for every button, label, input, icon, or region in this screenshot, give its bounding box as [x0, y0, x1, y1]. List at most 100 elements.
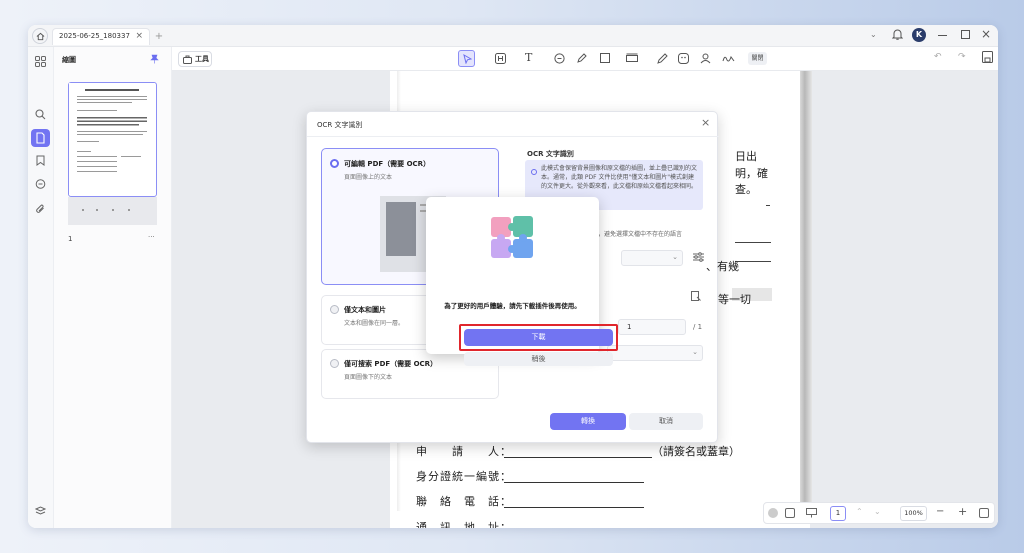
chevron-down-icon: ⌄	[672, 253, 678, 261]
home-icon[interactable]	[32, 28, 48, 44]
option-text-title: 僅文本和圖片	[344, 306, 386, 314]
chevron-down-icon[interactable]: ⌄	[870, 30, 877, 39]
page-edge	[800, 71, 812, 511]
form-row-id: 身分證統一編號：	[416, 470, 512, 483]
option-searchable-radio[interactable]	[330, 359, 339, 368]
bell-icon[interactable]	[891, 28, 904, 43]
document-tab-label: 2025-06-25_180337	[59, 32, 130, 40]
document-text-fragment: 、有幾	[706, 260, 739, 273]
title-bar: 2025-06-25_180337 × + ⌄ K ×	[28, 25, 998, 47]
zoom-in-icon[interactable]: +	[958, 505, 967, 518]
document-tab[interactable]: 2025-06-25_180337 ×	[52, 28, 150, 45]
option-editable-radio[interactable]	[330, 159, 339, 168]
next-page-icon[interactable]: ⌄	[874, 507, 881, 516]
form-row-applicant: 申 請 人：	[416, 443, 512, 459]
user-avatar[interactable]: K	[912, 28, 926, 42]
left-rail	[28, 47, 54, 528]
document-text-fragment: 明，確	[735, 167, 768, 180]
add-tab-button[interactable]: +	[152, 29, 166, 43]
select-tool-button[interactable]	[458, 50, 475, 67]
thumbnail-footer	[68, 197, 157, 225]
thumbnail-footer-preview	[82, 209, 130, 211]
search-icon[interactable]	[35, 109, 46, 122]
page-subset-select[interactable]: ⌄	[607, 345, 703, 361]
pin-icon[interactable]	[150, 54, 159, 66]
toolbox-icon	[183, 55, 192, 64]
fit-page-icon[interactable]	[979, 508, 989, 518]
thumbnail-more-icon[interactable]: ···	[148, 233, 155, 241]
attachment-icon[interactable]	[35, 204, 46, 217]
close-window-icon[interactable]: ×	[981, 27, 991, 41]
sticker-tool-icon[interactable]	[678, 53, 689, 66]
pencil-tool-icon[interactable]	[657, 53, 668, 66]
document-dash	[766, 205, 770, 206]
thumbnail-panel-button[interactable]	[31, 129, 50, 147]
app-window: 2025-06-25_180337 × + ⌄ K × 縮圖 1 ··· 申 請…	[28, 25, 998, 528]
page-end-input[interactable]: 1	[618, 319, 686, 335]
signature-person-icon[interactable]	[700, 53, 711, 66]
form-line	[504, 507, 644, 508]
chevron-down-icon: ⌄	[692, 348, 698, 356]
save-icon[interactable]	[982, 51, 993, 65]
page-view-icon[interactable]	[785, 508, 795, 518]
highlight-tool-icon[interactable]	[576, 53, 587, 66]
ocr-info-text: 此模式會保留背景圖像和原文檔的插圖，並上疊已識別的文本。通常，此類 PDF 文件…	[541, 165, 698, 190]
signature-tool-icon[interactable]	[722, 53, 735, 66]
later-button[interactable]: 稍後	[464, 352, 613, 366]
comment-icon[interactable]	[35, 179, 46, 192]
ocr-dialog-close-icon[interactable]: ×	[701, 116, 710, 129]
tools-button[interactable]: 工具	[178, 51, 212, 67]
text-tool-icon[interactable]: T	[525, 51, 532, 64]
document-underline	[735, 242, 771, 243]
page-range-icon[interactable]	[691, 291, 701, 304]
presentation-icon[interactable]	[806, 508, 817, 520]
grid-icon[interactable]	[35, 56, 46, 69]
form-row-address: 通 訊 地 址：	[416, 521, 512, 528]
zoom-level-input[interactable]: 100%	[900, 506, 927, 521]
close-tab-icon[interactable]: ×	[135, 29, 143, 44]
cursor-icon	[463, 54, 472, 64]
collapse-icon[interactable]	[768, 508, 778, 518]
document-text-fragment: 查。	[735, 183, 757, 196]
maximize-icon[interactable]	[961, 30, 970, 39]
convert-button[interactable]: 轉換	[550, 413, 626, 430]
prev-page-icon[interactable]: ⌃	[856, 507, 863, 516]
option-editable-desc: 頁面圖像上的文本	[344, 174, 393, 181]
comment-tool-icon[interactable]	[554, 53, 565, 66]
tools-label: 工具	[195, 55, 209, 63]
document-text-fragment: 日出	[735, 150, 757, 163]
redo-icon[interactable]: ↷	[958, 52, 966, 62]
stamp-tool-icon[interactable]	[626, 53, 638, 66]
option-text-radio[interactable]	[330, 305, 339, 314]
page-total: / 1	[693, 323, 703, 331]
form-line	[504, 482, 644, 483]
form-suffix: （請簽名或蓋章）	[652, 445, 740, 458]
settings-sliders-icon[interactable]	[693, 252, 704, 264]
plugin-message: 為了更好的用戶體驗，請先下載插件後再使用。	[444, 302, 581, 310]
form-label: 申 請 人：	[416, 445, 512, 458]
zoom-out-icon[interactable]: −	[936, 506, 944, 517]
document-underline	[735, 261, 771, 262]
bottom-status-bar: 1 ⌃ ⌄ 100% − +	[763, 502, 995, 524]
document-text-fragment: 等一切	[718, 293, 751, 306]
close-tool-button[interactable]: 關閉	[748, 52, 767, 65]
form-line	[504, 457, 652, 458]
current-page-input[interactable]: 1	[830, 506, 846, 521]
option-editable-title: 可編輯 PDF（需要 OCR）	[344, 160, 431, 168]
textbox-tool-icon[interactable]	[495, 53, 506, 66]
download-button[interactable]: 下載	[464, 329, 613, 346]
language-hint: ，避免選擇文檔中不存在的語言	[598, 231, 683, 238]
undo-icon[interactable]: ↶	[934, 52, 942, 62]
option-searchable-title: 僅可搜索 PDF（需要 OCR）	[344, 360, 438, 368]
language-select[interactable]: ⌄	[621, 250, 683, 266]
preview-block	[386, 202, 416, 256]
bookmark-icon[interactable]	[36, 155, 45, 168]
minimize-icon[interactable]	[938, 35, 947, 36]
layers-icon[interactable]	[34, 506, 47, 519]
shape-tool-icon[interactable]	[600, 53, 610, 63]
form-row-phone: 聯 絡 電 話：	[416, 495, 512, 508]
page-thumbnail[interactable]	[68, 82, 157, 197]
cancel-button[interactable]: 取消	[629, 413, 703, 430]
ocr-dialog-title: OCR 文字識別	[317, 121, 363, 129]
ocr-section-title: OCR 文字識別	[527, 150, 574, 158]
